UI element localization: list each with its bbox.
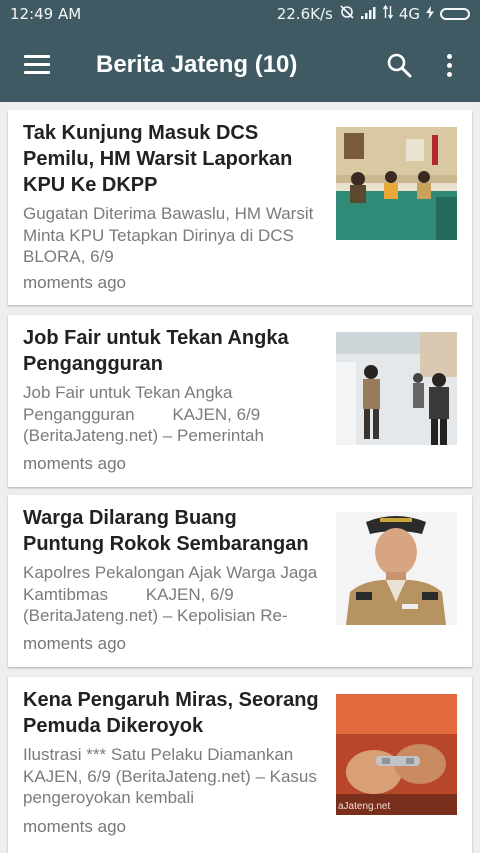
alarm-off-icon [339,4,355,23]
news-card[interactable]: Warga Dilarang Buang Puntung Rokok Semba… [8,495,472,667]
news-time: moments ago [23,454,126,473]
news-summary: Job Fair untuk Tekan Angka Pengangguran … [23,383,265,445]
news-headline[interactable]: Warga Dilarang Buang Puntung Rokok Semba… [23,505,323,557]
status-time: 12:49 AM [10,4,82,23]
menu-icon[interactable] [24,54,50,75]
news-thumbnail[interactable] [336,127,457,240]
thumbnail-watermark: aJateng.net [338,801,391,812]
network-type: 4G [398,4,420,23]
data-arrows-icon [382,4,393,23]
news-time: moments ago [23,817,126,836]
news-thumbnail[interactable] [336,512,457,625]
news-headline[interactable]: Kena Pengaruh Miras, Seorang Pemuda Dike… [23,687,323,739]
page-title: Berita Jateng (10) [96,50,298,78]
news-thumbnail[interactable]: aJateng.net [336,694,457,815]
battery-icon [440,7,470,20]
news-card[interactable]: Tak Kunjung Masuk DCS Pemilu, HM Warsit … [8,110,472,305]
news-summary: Gugatan Diterima Bawaslu, HM Warsit Mint… [23,204,332,266]
more-vert-icon[interactable] [446,52,454,78]
charging-icon [426,5,434,23]
network-speed: 22.6K/s [276,4,333,23]
news-headline[interactable]: Tak Kunjung Masuk DCS Pemilu, HM Warsit … [23,120,323,198]
search-icon[interactable] [386,52,412,78]
status-icons: 22.6K/s 4G [276,4,470,23]
news-headline[interactable]: Job Fair untuk Tekan Angka Pengangguran [23,325,323,377]
news-card[interactable]: Kena Pengaruh Miras, Seorang Pemuda Dike… [8,677,472,853]
app-bar: Berita Jateng (10) [0,27,480,102]
news-summary: Ilustrasi *** Satu Pelaku Diamankan KAJE… [23,745,332,807]
status-bar: 12:49 AM 22.6K/s 4G [0,0,480,27]
signal-icon [360,5,377,23]
news-time: moments ago [23,634,126,653]
news-time: moments ago [23,273,126,292]
news-card[interactable]: Job Fair untuk Tekan Angka Pengangguran … [8,315,472,487]
news-thumbnail[interactable] [336,332,457,445]
news-summary: Kapolres Pekalongan Ajak Warga Jaga Kamt… [23,563,322,625]
